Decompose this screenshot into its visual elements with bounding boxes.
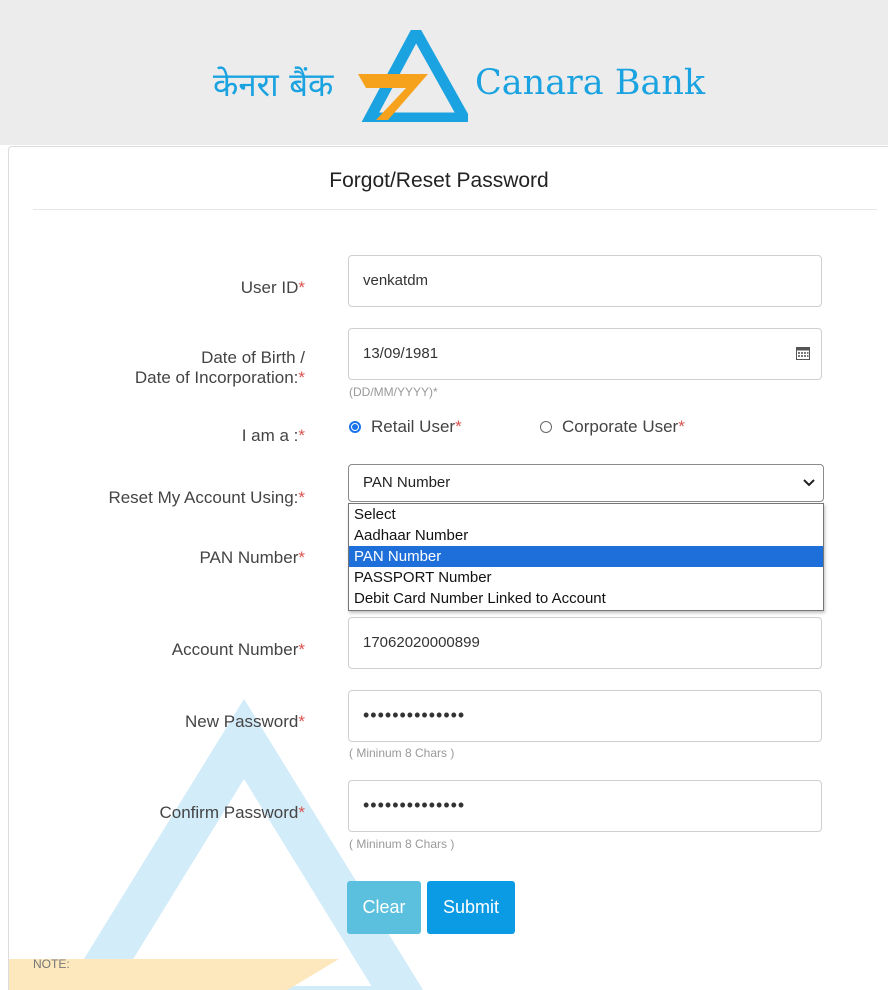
new-password-input[interactable]: •••••••••••••• bbox=[348, 690, 822, 742]
account-number-label: Account Number* bbox=[171, 640, 305, 659]
dropdown-option[interactable]: Aadhaar Number bbox=[349, 525, 823, 546]
dob-input[interactable]: 13/09/1981 bbox=[348, 328, 822, 380]
page-title: Forgot/Reset Password bbox=[329, 169, 549, 192]
account-number-input[interactable]: 17062020000899 bbox=[348, 617, 822, 669]
radio-unselected-icon bbox=[540, 421, 552, 433]
user-id-input[interactable]: venkatdm bbox=[348, 255, 822, 307]
user-id-label: User ID* bbox=[240, 278, 305, 297]
canara-bank-logo: केनरा बैंक Canara Bank bbox=[213, 30, 713, 122]
dropdown-option[interactable]: Select bbox=[349, 504, 823, 525]
user-type-label: I am a :* bbox=[241, 426, 305, 445]
corporate-user-radio[interactable]: Corporate User * bbox=[540, 417, 685, 437]
logo-english-text: Canara Bank bbox=[475, 63, 706, 103]
note-label: NOTE: bbox=[33, 957, 70, 971]
reset-using-dropdown-list: Select Aadhaar Number PAN Number PASSPOR… bbox=[348, 503, 824, 611]
new-password-hint: ( Mininum 8 Chars ) bbox=[349, 746, 455, 760]
confirm-password-input[interactable]: •••••••••••••• bbox=[348, 780, 822, 832]
confirm-password-label: Confirm Password* bbox=[159, 803, 306, 822]
submit-button[interactable]: Submit bbox=[427, 881, 515, 934]
calendar-icon[interactable] bbox=[796, 346, 810, 360]
retail-user-radio[interactable]: Retail User * bbox=[349, 417, 462, 437]
dropdown-option-selected[interactable]: PAN Number bbox=[349, 546, 823, 567]
new-password-label: New Password* bbox=[185, 712, 305, 731]
confirm-password-hint: ( Mininum 8 Chars ) bbox=[349, 837, 455, 851]
reset-using-select[interactable]: PAN Number bbox=[348, 464, 824, 502]
dropdown-option[interactable]: Debit Card Number Linked to Account bbox=[349, 588, 823, 609]
reset-password-panel: Forgot/Reset Password User ID* venkatdm … bbox=[8, 146, 888, 990]
clear-button[interactable]: Clear bbox=[347, 881, 421, 934]
reset-using-label: Reset My Account Using:* bbox=[108, 488, 305, 507]
pan-number-label: PAN Number* bbox=[199, 548, 305, 567]
dob-label: Date of Birth / Date of Incorporation:* bbox=[134, 348, 305, 387]
dropdown-option[interactable]: PASSPORT Number bbox=[349, 567, 823, 588]
title-divider bbox=[33, 209, 877, 210]
logo-hindi-text: केनरा बैंक bbox=[213, 65, 334, 104]
dob-format-hint: (DD/MM/YYYY)* bbox=[349, 385, 438, 399]
radio-selected-icon bbox=[349, 421, 361, 433]
chevron-down-icon bbox=[803, 479, 815, 487]
header-bar: केनरा बैंक Canara Bank bbox=[0, 0, 888, 145]
canara-triangle-icon bbox=[358, 30, 468, 122]
